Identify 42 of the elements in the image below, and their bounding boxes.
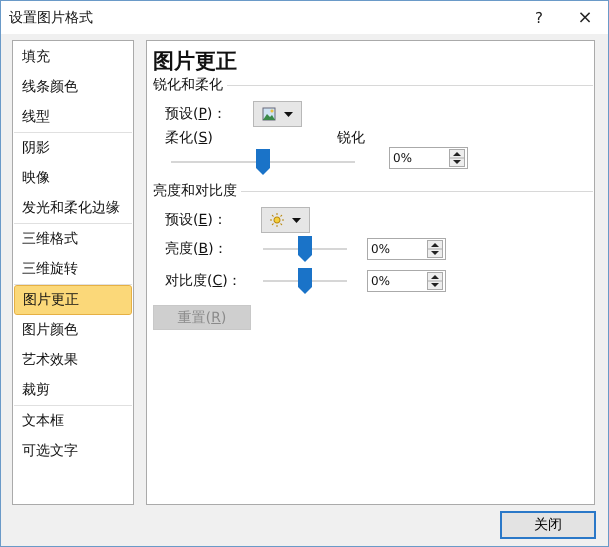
sidebar-item[interactable]: 可选文字	[14, 436, 132, 466]
preset-dropdown[interactable]	[253, 101, 302, 127]
slider-label: 锐化	[337, 129, 365, 147]
spin-arrows-icon[interactable]	[427, 272, 443, 290]
window-title: 设置图片格式	[9, 8, 94, 26]
spin-arrows-icon[interactable]	[427, 240, 443, 258]
sidebar-item[interactable]: 映像	[14, 163, 132, 193]
slider-label: 亮度(B)：	[165, 240, 229, 258]
sidebar-item[interactable]: 发光和柔化边缘	[14, 193, 132, 223]
sidebar-item[interactable]: 艺术效果	[14, 345, 132, 375]
preset-label: 预设(P)：	[165, 105, 228, 123]
sidebar-item[interactable]: 三维格式	[14, 224, 132, 254]
sidebar-item[interactable]: 线型	[14, 102, 132, 132]
preset-dropdown[interactable]	[261, 207, 310, 233]
slider-label: 柔化(S)	[165, 129, 213, 147]
sidebar-item[interactable]: 图片颜色	[14, 315, 132, 345]
slider-thumb[interactable]	[256, 149, 270, 175]
close-dialog-button[interactable]: 关闭	[500, 511, 596, 539]
panel-title: 图片更正	[153, 48, 237, 75]
sidebar-item[interactable]: 文本框	[14, 406, 132, 436]
caret-icon	[284, 112, 293, 116]
sidebar-item[interactable]: 阴影	[14, 133, 132, 163]
spin-field[interactable]: 0%	[367, 238, 446, 260]
sidebar-item[interactable]: 裁剪	[14, 375, 132, 405]
close-button[interactable]: ×	[562, 2, 608, 34]
sidebar-item[interactable]: 线条颜色	[14, 72, 132, 102]
slider-thumb[interactable]	[298, 268, 312, 294]
spin-arrows-icon[interactable]	[449, 149, 465, 167]
sidebar-item[interactable]: 三维旋转	[14, 254, 132, 284]
spin-field[interactable]: 0%	[389, 147, 468, 169]
slider-thumb[interactable]	[298, 236, 312, 262]
section-title: 亮度和对比度	[153, 182, 237, 200]
section-title: 锐化和柔化	[153, 76, 223, 94]
slider-label: 对比度(C)：	[165, 272, 243, 290]
preset-label: 预设(E)：	[165, 211, 228, 229]
sidebar-item[interactable]: 填充	[14, 42, 132, 72]
sun-icon	[270, 213, 284, 227]
sidebar-item[interactable]: 图片更正	[14, 285, 132, 315]
picture-icon	[262, 107, 276, 121]
spin-field[interactable]: 0%	[367, 270, 446, 292]
help-button[interactable]: ?	[516, 2, 562, 34]
caret-icon	[292, 218, 301, 222]
